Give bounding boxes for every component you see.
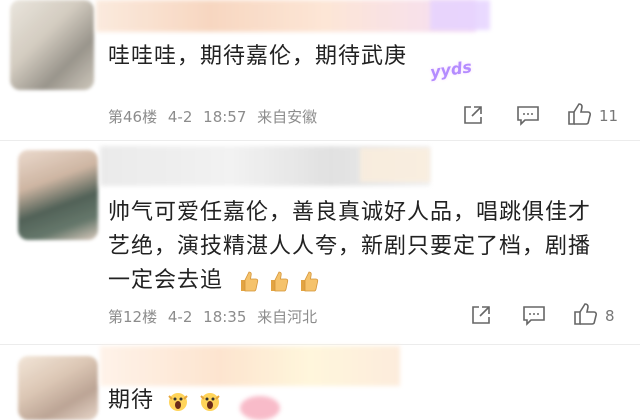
comment-item: 期待 — [0, 344, 640, 420]
thumbs-up-icon — [301, 271, 319, 292]
thumbs-up-icon — [241, 271, 259, 292]
comment-icon — [522, 304, 546, 330]
like-count: 8 — [605, 307, 615, 325]
comment-icon — [516, 104, 540, 130]
like-button[interactable]: 8 — [573, 302, 615, 330]
share-button[interactable] — [470, 304, 492, 330]
comment-text: 期待 — [108, 384, 222, 418]
blur-overlay — [96, 0, 476, 32]
comment-item: 帅气可爱任嘉伦，善良真诚好人品，唱跳俱佳才 艺绝，演技精湛人人夸，新剧只要定了档… — [0, 140, 640, 344]
blur-overlay — [360, 148, 430, 182]
comment-text: 哇哇哇，期待嘉伦，期待武庚 — [108, 44, 408, 69]
comment-line: 帅气可爱任嘉伦，善良真诚好人品，唱跳俱佳才 — [108, 200, 592, 225]
comment-item: 哇哇哇，期待嘉伦，期待武庚 yyds 第46楼 4-2 18:57 来自安徽 1… — [0, 0, 640, 140]
share-icon — [470, 304, 492, 330]
share-button[interactable] — [462, 104, 484, 130]
comment-date: 4-2 — [167, 308, 193, 326]
blur-overlay — [430, 0, 490, 30]
screaming-face-icon — [168, 393, 188, 411]
comment-time: 18:35 — [203, 308, 247, 326]
like-count: 11 — [599, 107, 619, 125]
reply-button[interactable] — [516, 104, 540, 130]
thumbs-up-icon — [271, 271, 289, 292]
avatar[interactable] — [10, 0, 94, 90]
reply-button[interactable] — [522, 304, 546, 330]
comment-time: 18:57 — [203, 108, 247, 126]
comment-location: 来自安徽 — [257, 108, 318, 126]
avatar[interactable] — [18, 356, 98, 420]
comment-line-text: 期待 — [108, 388, 155, 413]
emoji-group — [239, 268, 329, 293]
comment-location: 来自河北 — [257, 308, 318, 326]
comment-line-text: 一定会去追 — [108, 268, 224, 293]
emoji-group — [166, 388, 222, 413]
comment-line: 艺绝，演技精湛人人夸，新剧只要定了档，剧播 — [108, 234, 592, 259]
share-icon — [462, 104, 484, 130]
thumbs-up-icon — [573, 302, 599, 330]
comment-line: 一定会去追 — [108, 264, 591, 298]
floor-number: 第12楼 — [108, 308, 158, 326]
avatar[interactable] — [18, 150, 98, 240]
blur-overlay — [240, 396, 280, 420]
blur-overlay — [100, 346, 400, 386]
like-button[interactable]: 11 — [567, 102, 618, 130]
comment-text: 帅气可爱任嘉伦，善良真诚好人品，唱跳俱佳才 艺绝，演技精湛人人夸，新剧只要定了档… — [108, 196, 591, 298]
comment-meta: 第46楼 4-2 18:57 来自安徽 — [108, 106, 323, 127]
comment-meta: 第12楼 4-2 18:35 来自河北 — [108, 306, 323, 327]
thumbs-up-icon — [567, 102, 593, 130]
floor-number: 第46楼 — [108, 108, 158, 126]
comment-date: 4-2 — [167, 108, 193, 126]
yyds-sticker: yyds — [428, 57, 473, 82]
screaming-face-icon — [200, 393, 220, 411]
